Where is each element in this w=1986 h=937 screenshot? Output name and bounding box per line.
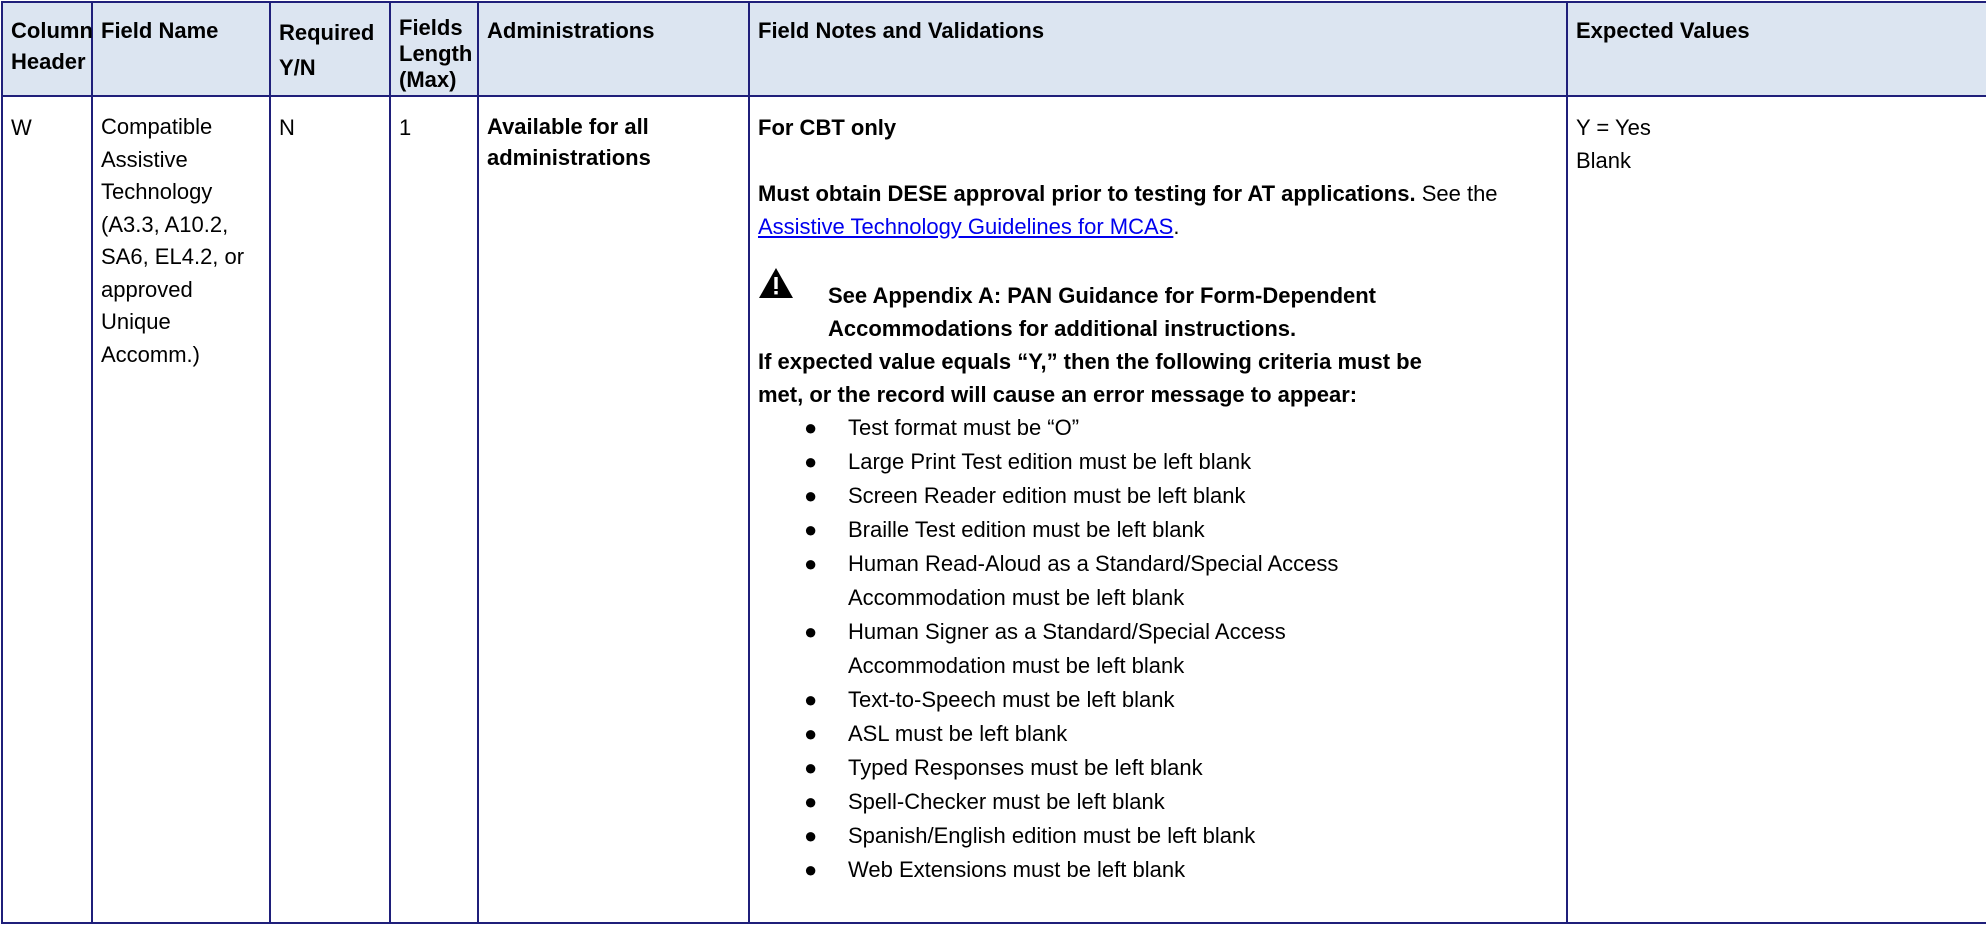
list-item: ● Human Read-Aloud as a Standard/Special … <box>758 547 1438 615</box>
list-item: ● Screen Reader edition must be left blan… <box>758 479 1438 513</box>
bullet-icon: ● <box>804 551 818 576</box>
length-cell: 1 <box>389 95 479 924</box>
length-header: Fields Length (Max) <box>389 1 479 97</box>
required-header: Required Y/N <box>269 1 391 97</box>
criteria-list: ● Test format must be “O” ● Large Print Te… <box>758 411 1438 887</box>
field-spec-table: Column Header Field Name Required Y/N Fi… <box>1 1 1986 924</box>
bullet-icon: ● <box>804 517 818 542</box>
criteria-intro: If expected value equals “Y,” then the f… <box>758 349 1422 407</box>
appendix-warning: See Appendix A: PAN Guidance for Form-De… <box>758 268 1558 345</box>
bullet-icon: ● <box>804 619 818 644</box>
notes-header: Field Notes and Validations <box>748 1 1568 97</box>
expected-values-header: Expected Values <box>1566 1 1986 97</box>
column-header-header: Column Header <box>1 1 93 97</box>
expected-values-cell: Y = Yes Blank <box>1566 95 1986 924</box>
list-item: ● Spanish/English edition must be left bl… <box>758 819 1438 853</box>
header-row: Column Header Field Name Required Y/N Fi… <box>1 1 1986 97</box>
expected-value: Blank <box>1576 148 1632 173</box>
bullet-icon: ● <box>804 449 818 474</box>
column-cell: W <box>1 95 93 924</box>
bullet-icon: ● <box>804 857 818 882</box>
cbt-only-note: For CBT only <box>758 115 897 140</box>
required-cell: N <box>269 95 391 924</box>
list-item: ● Human Signer as a Standard/Special Acce… <box>758 615 1438 683</box>
list-item: ● Test format must be “O” <box>758 411 1438 445</box>
field-name-cell: Compatible Assistive Technology (A3.3, A… <box>91 95 271 924</box>
administrations-cell: Available for all administrations <box>477 95 750 924</box>
expected-value: Y = Yes <box>1576 115 1651 140</box>
list-item: ● ASL must be left blank <box>758 717 1438 751</box>
appendix-note: See Appendix A: PAN Guidance for Form-De… <box>828 283 1377 341</box>
list-item: ● Web Extensions must be left blank <box>758 853 1438 887</box>
bullet-icon: ● <box>804 755 818 780</box>
approval-bold-text: Must obtain DESE approval prior to testi… <box>758 181 1416 206</box>
bullet-icon: ● <box>804 823 818 848</box>
period-text: . <box>1173 214 1180 239</box>
field-name-header: Field Name <box>91 1 271 97</box>
list-item: ● Braille Test edition must be left blank <box>758 513 1438 547</box>
notes-cell: For CBT only Must obtain DESE approval p… <box>748 95 1568 924</box>
guidelines-link[interactable]: Assistive Technology Guidelines for MCAS <box>758 214 1173 239</box>
list-item: ● Large Print Test edition must be left b… <box>758 445 1438 479</box>
bullet-icon: ● <box>804 687 818 712</box>
bullet-icon: ● <box>804 789 818 814</box>
warning-triangle-icon <box>758 267 794 299</box>
list-item: ● Text-to-Speech must be left blank <box>758 683 1438 717</box>
bullet-icon: ● <box>804 415 818 440</box>
administrations-header: Administrations <box>477 1 750 97</box>
list-item: ● Typed Responses must be left blank <box>758 751 1438 785</box>
bullet-icon: ● <box>804 483 818 508</box>
see-the-text: See the <box>1415 181 1498 206</box>
bullet-icon: ● <box>804 721 818 746</box>
approval-note: Must obtain DESE approval prior to testi… <box>758 177 1558 243</box>
list-item: ● Spell-Checker must be left blank <box>758 785 1438 819</box>
table-row: W Compatible Assistive Technology (A3.3,… <box>1 95 1986 924</box>
